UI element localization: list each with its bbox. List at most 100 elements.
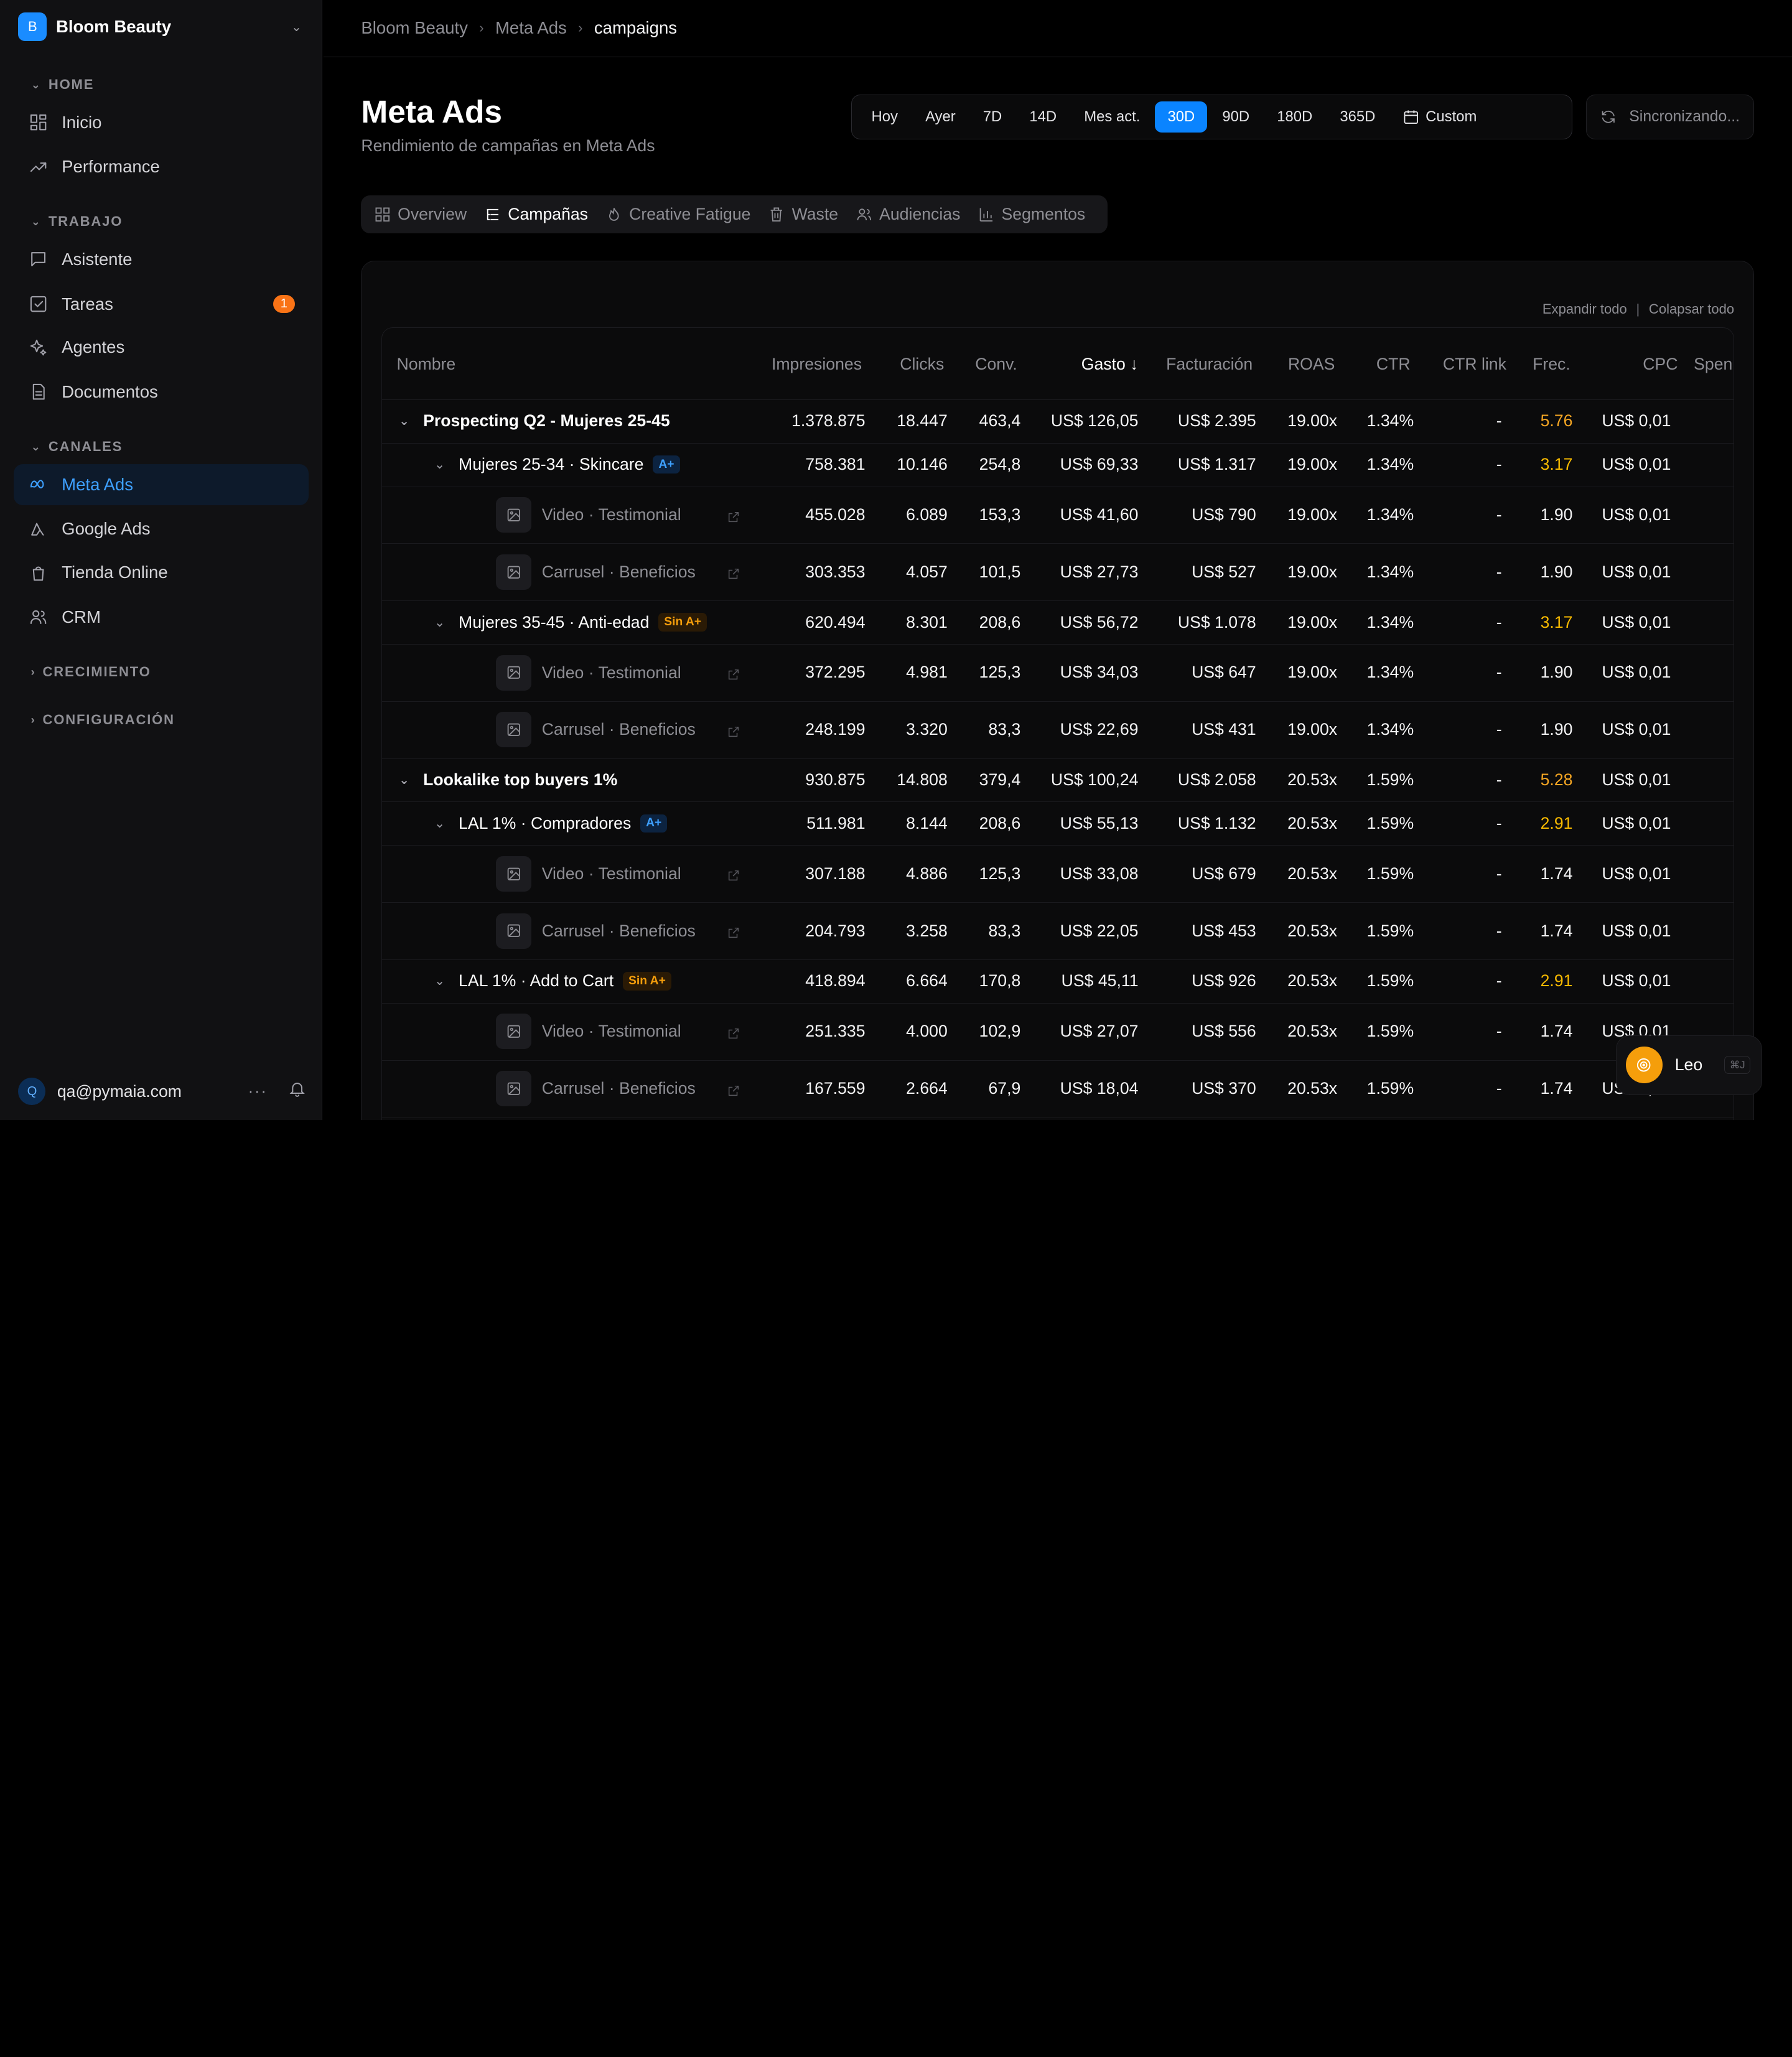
image-icon <box>507 867 520 880</box>
range-7d[interactable]: 7D <box>971 101 1015 133</box>
workspace-switcher[interactable]: B Bloom Beauty ⌄ <box>18 12 306 42</box>
col-gasto[interactable]: Gasto ↓ <box>1081 355 1139 374</box>
breadcrumb-item[interactable]: Bloom Beauty <box>361 18 468 38</box>
cell-fact: US$ 527 <box>1192 562 1256 581</box>
sort-desc-icon: ↓ <box>1125 354 1139 373</box>
sidebar-item-inicio[interactable]: Inicio <box>14 101 309 142</box>
cell-gasto: US$ 100,24 <box>1050 770 1139 790</box>
col-spend[interactable]: Spen <box>1694 355 1732 374</box>
section-crecimiento[interactable]: › CRECIMIENTO <box>31 664 151 680</box>
col-ctr-link[interactable]: CTR link <box>1443 355 1506 374</box>
range-180d[interactable]: 180D <box>1264 101 1325 133</box>
external-link-icon[interactable] <box>727 923 740 945</box>
cell-clicks: 3.258 <box>906 921 948 940</box>
external-link-icon[interactable] <box>727 564 740 585</box>
section-canales[interactable]: ⌄ CANALES <box>31 439 123 455</box>
breadcrumb-item[interactable]: Meta Ads <box>495 18 567 38</box>
external-link-icon[interactable] <box>727 866 740 887</box>
section-configuracion[interactable]: › CONFIGURACIÓN <box>31 712 175 728</box>
users-icon <box>857 208 871 220</box>
collapse-all-link[interactable]: Colapsar todo <box>1649 301 1734 317</box>
col-roas[interactable]: ROAS <box>1288 355 1335 374</box>
tab-creative-fatigue[interactable]: Creative Fatigue <box>605 205 750 224</box>
range-14d[interactable]: 14D <box>1017 101 1069 133</box>
adset-row[interactable]: ⌄ Mujeres 35-45 · Anti-edad Sin A+ 620.494 8… <box>381 601 1734 645</box>
chevron-down-icon[interactable]: ⌄ <box>399 413 409 429</box>
user-menu[interactable]: Q qa@pymaia.com ··· <box>18 1076 306 1106</box>
cell-imp: 204.793 <box>805 921 866 940</box>
users-icon <box>30 610 47 625</box>
col-ctr[interactable]: CTR <box>1376 355 1411 374</box>
section-trabajo[interactable]: ⌄ TRABAJO <box>31 213 123 230</box>
sidebar-item-performance[interactable]: Performance <box>14 146 309 187</box>
advantage-plus-badge: A+ <box>653 455 680 474</box>
cell-ctrlink: - <box>1496 921 1502 940</box>
sidebar-item-tareas[interactable]: Tareas 1 <box>14 284 309 325</box>
chevron-down-icon[interactable]: ⌄ <box>434 615 445 630</box>
ad-row: Video · Testimonial 251.335 4.000 102,9 US$ … <box>381 1004 1734 1061</box>
chevron-down-icon[interactable]: ⌄ <box>434 816 445 831</box>
range-ayer[interactable]: Ayer <box>913 101 968 133</box>
external-link-icon[interactable] <box>727 508 740 529</box>
sidebar-item-tienda-online[interactable]: Tienda Online <box>14 552 309 593</box>
sidebar-item-asistente[interactable]: Asistente <box>14 239 309 280</box>
chevron-down-icon[interactable]: ⌄ <box>399 772 409 788</box>
tab-overview[interactable]: Overview <box>374 205 467 224</box>
col-cpc[interactable]: CPC <box>1643 355 1678 374</box>
trash-icon <box>770 207 782 222</box>
campaign-row[interactable]: ⌄ Lookalike top buyers 1% 930.875 14.808 379… <box>381 759 1734 803</box>
chevron-down-icon[interactable]: ⌄ <box>434 973 445 989</box>
cell-roas: 19.00x <box>1287 663 1338 682</box>
cell-gasto: US$ 34,03 <box>1060 663 1139 682</box>
campaign-row[interactable]: ⌄ Prospecting Q2 - Mujeres 25-45 1.378.875… <box>381 400 1734 444</box>
range-30d[interactable]: 30D <box>1155 101 1208 133</box>
col-clicks[interactable]: Clicks <box>900 355 944 374</box>
range-90d[interactable]: 90D <box>1210 101 1262 133</box>
expand-all-link[interactable]: Expandir todo <box>1542 301 1627 317</box>
sidebar-item-agentes[interactable]: Agentes <box>14 327 309 368</box>
tab-audiencias[interactable]: Audiencias <box>856 205 960 224</box>
cell-fact: US$ 556 <box>1192 1022 1256 1041</box>
bell-icon[interactable] <box>288 1080 306 1103</box>
cell-cpc: US$ 0,01 <box>1602 971 1671 991</box>
range-custom[interactable]: Custom <box>1390 101 1489 133</box>
external-link-icon[interactable] <box>727 1081 740 1103</box>
sidebar-item-google-ads[interactable]: Google Ads <box>14 508 309 549</box>
adset-row[interactable]: ⌄ LAL 1% · Add to Cart Sin A+ 418.894 6.664 1… <box>381 960 1734 1004</box>
col-conv[interactable]: Conv. <box>975 355 1017 374</box>
cell-imp: 620.494 <box>805 612 866 632</box>
creative-thumbnail <box>496 554 532 590</box>
external-link-icon[interactable] <box>727 665 740 686</box>
external-link-icon[interactable] <box>727 1024 740 1045</box>
tab-campanas[interactable]: Campañas <box>484 205 588 224</box>
sidebar-item-meta-ads[interactable]: Meta Ads <box>14 464 309 505</box>
col-frec[interactable]: Frec. <box>1533 355 1570 374</box>
tab-waste[interactable]: Waste <box>768 205 838 224</box>
cell-ctrlink: - <box>1496 813 1502 833</box>
ad-row: Carrusel · Beneficios 167.559 2.664 67,9 US$… <box>381 1061 1734 1118</box>
image-icon <box>507 925 520 938</box>
range-mes-act[interactable]: Mes act. <box>1071 101 1153 133</box>
row-label: Video · Testimonial <box>541 505 681 525</box>
cell-imp: 418.894 <box>805 971 866 991</box>
cell-imp: 455.028 <box>805 505 866 524</box>
sync-button[interactable]: Sincronizando... <box>1586 95 1755 140</box>
cell-clicks: 10.146 <box>897 455 948 474</box>
chevron-down-icon[interactable]: ⌄ <box>434 457 445 472</box>
tab-segmentos[interactable]: Segmentos <box>978 205 1085 224</box>
col-impresiones[interactable]: Impresiones <box>772 355 862 374</box>
cell-ctr: 1.34% <box>1366 411 1414 431</box>
col-nombre[interactable]: Nombre <box>396 355 455 374</box>
range-hoy[interactable]: Hoy <box>859 101 910 133</box>
sidebar-item-crm[interactable]: CRM <box>14 597 309 638</box>
external-link-icon[interactable] <box>727 722 740 744</box>
col-facturacion[interactable]: Facturación <box>1166 355 1253 374</box>
adset-row[interactable]: ⌄ Mujeres 25-34 · Skincare A+ 758.381 10.146… <box>381 444 1734 487</box>
leo-assistant-button[interactable]: Leo ⌘J <box>1616 1035 1763 1095</box>
adset-row[interactable]: ⌄ LAL 1% · Compradores A+ 511.981 8.144 208,6… <box>381 803 1734 846</box>
cell-roas: 20.53x <box>1287 971 1338 991</box>
range-365d[interactable]: 365D <box>1327 101 1388 133</box>
section-home[interactable]: ⌄ HOME <box>31 77 95 93</box>
sidebar-item-documentos[interactable]: Documentos <box>14 371 309 413</box>
more-icon[interactable]: ··· <box>248 1083 268 1101</box>
